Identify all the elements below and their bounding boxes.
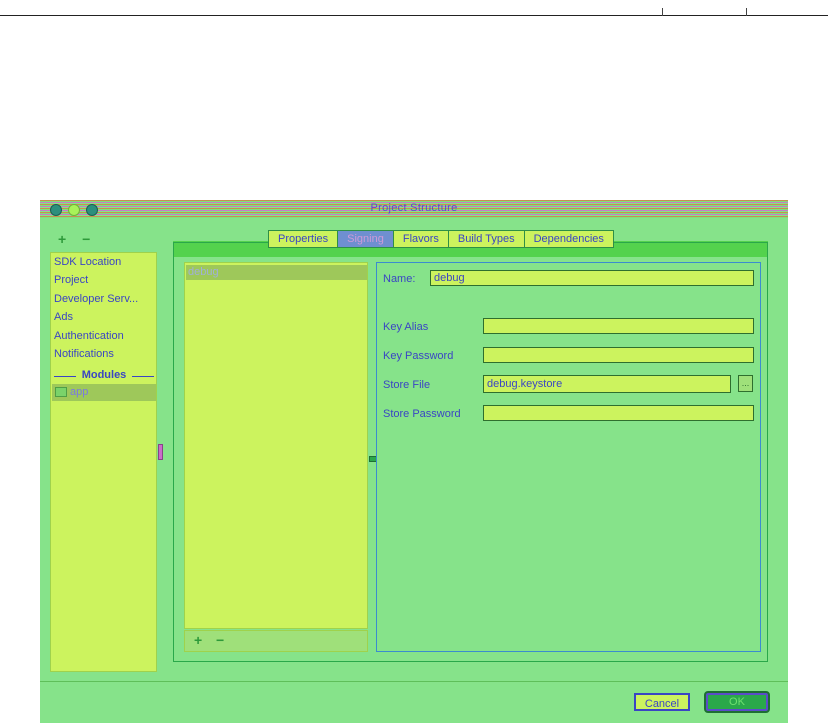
- top-divider-tick: [746, 8, 747, 16]
- sidebar-item-developer-services[interactable]: Developer Serv...: [54, 293, 156, 305]
- footer-divider: [40, 681, 788, 682]
- tab-flavors[interactable]: Flavors: [392, 230, 449, 248]
- sidebar-toolbar: + −: [58, 231, 102, 247]
- store-file-field[interactable]: debug.keystore: [483, 375, 731, 393]
- signing-config-details: Name: debug Key Alias Key Password Store…: [376, 262, 761, 652]
- store-password-label: Store Password: [383, 408, 461, 420]
- sidebar-item-app-module[interactable]: app: [52, 384, 156, 401]
- key-alias-field[interactable]: [483, 318, 754, 334]
- tab-bar: Properties Signing Flavors Build Types D…: [268, 230, 614, 248]
- tab-signing[interactable]: Signing: [337, 230, 394, 248]
- add-module-button[interactable]: +: [58, 231, 66, 247]
- key-password-field[interactable]: [483, 347, 754, 363]
- sidebar-item-sdk-location[interactable]: SDK Location: [54, 256, 156, 268]
- top-divider: [0, 15, 828, 16]
- signing-config-list: debug: [184, 262, 368, 629]
- sidebar-item-project[interactable]: Project: [54, 274, 156, 286]
- store-file-label: Store File: [383, 379, 431, 391]
- key-alias-label: Key Alias: [383, 321, 429, 333]
- sidebar-item-authentication[interactable]: Authentication: [54, 330, 156, 342]
- config-list-toolbar: + −: [184, 630, 368, 652]
- remove-config-button[interactable]: −: [216, 632, 224, 648]
- sidebar-item-notifications[interactable]: Notifications: [54, 348, 156, 360]
- top-divider-tick: [662, 8, 663, 16]
- tab-build-types[interactable]: Build Types: [447, 230, 525, 248]
- name-field[interactable]: debug: [430, 270, 754, 286]
- add-config-button[interactable]: +: [194, 632, 202, 648]
- cancel-button[interactable]: Cancel: [634, 693, 690, 711]
- module-folder-icon: [55, 387, 67, 397]
- sidebar-splitter-handle[interactable]: [158, 444, 163, 460]
- sidebar-item-ads[interactable]: Ads: [54, 311, 156, 323]
- ok-button[interactable]: OK: [704, 691, 770, 713]
- modules-section-label: Modules: [54, 369, 154, 381]
- tab-properties[interactable]: Properties: [268, 230, 339, 248]
- name-label: Name:: [383, 273, 416, 285]
- title-bar[interactable]: Project Structure: [40, 200, 788, 218]
- store-password-field[interactable]: [483, 405, 754, 421]
- sidebar: SDK Location Project Developer Serv... A…: [50, 252, 157, 672]
- tab-dependencies[interactable]: Dependencies: [523, 230, 614, 248]
- remove-module-button[interactable]: −: [82, 231, 90, 247]
- list-item[interactable]: debug: [186, 265, 367, 280]
- list-item-label: debug: [188, 266, 219, 278]
- module-label: app: [70, 386, 89, 398]
- window-title: Project Structure: [370, 202, 458, 214]
- project-structure-window: Project Structure + − SDK Location Proje…: [40, 200, 788, 723]
- key-password-label: Key Password: [383, 350, 454, 362]
- browse-store-file-button[interactable]: ...: [738, 375, 753, 392]
